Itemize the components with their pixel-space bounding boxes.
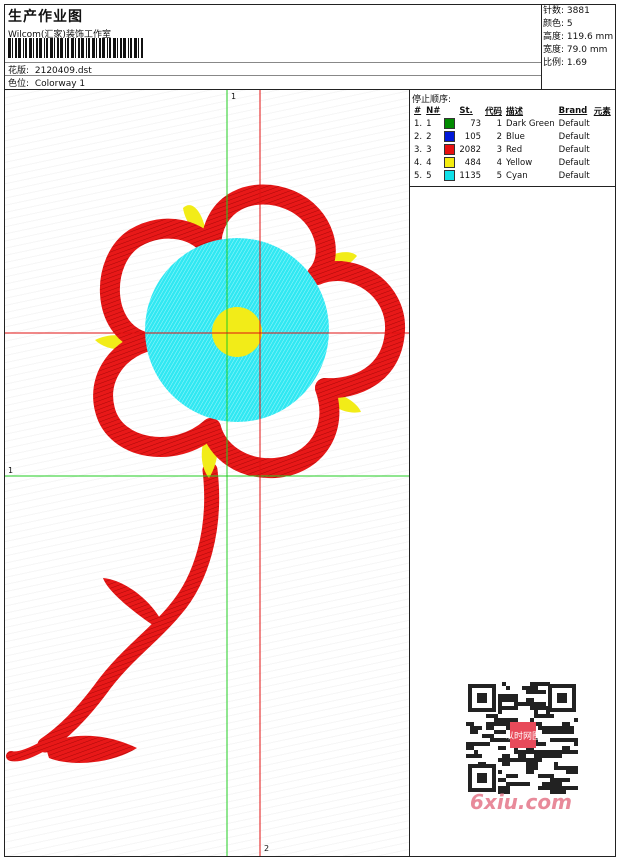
panel-divider (410, 186, 615, 187)
stat-scale: 比例: 1.69 (543, 58, 587, 68)
divider (5, 75, 541, 76)
row-code: 1 (496, 118, 503, 129)
table-row: 4. 4 484 4 Yellow Default (412, 156, 613, 169)
design-preview: 1 1 2 (5, 90, 410, 856)
axis-label-left: 1 (8, 466, 14, 475)
color-swatch-icon (444, 170, 456, 181)
stat-colors: 颜色: 5 (543, 19, 573, 29)
row-needle: 2 (426, 131, 432, 142)
row-swatch (442, 169, 457, 182)
watermark-text: 6xiu.com (470, 790, 572, 814)
col-needle: N# (426, 105, 441, 116)
axis-label-top: 1 (231, 92, 237, 101)
row-index: 2. (414, 131, 423, 142)
leaf-bottom (45, 735, 137, 763)
row-code: 2 (496, 131, 503, 142)
col-code: 代码 (485, 106, 503, 117)
row-description: Blue (506, 131, 525, 142)
row-code: 4 (496, 157, 503, 168)
col-element: 元素 (593, 106, 611, 117)
table-row: 2. 2 105 2 Blue Default (412, 130, 613, 143)
leaf-upper (103, 578, 161, 628)
row-element (592, 117, 613, 130)
qr-code-icon: 以时网图 (466, 682, 578, 794)
color-swatch-icon (444, 118, 456, 129)
col-stitches: St. (459, 105, 473, 116)
colorway-label: 色位: (8, 79, 30, 89)
row-description: Red (506, 144, 523, 155)
colorway-row: 色位: Colorway 1 (8, 76, 85, 89)
table-row: 5. 5 1135 5 Cyan Default (412, 169, 613, 182)
col-index: # (414, 105, 422, 116)
row-swatch (442, 143, 457, 156)
row-needle: 4 (426, 157, 432, 168)
row-needle: 5 (426, 170, 432, 181)
stat-stitches: 针数: 3881 (543, 6, 590, 16)
production-worksheet: 生产作业图 Wilcom(汇家)装饰工作室 花版: 2120409.dst 色位… (0, 0, 620, 861)
leaf-tip (6, 740, 50, 762)
row-brand: Default (558, 144, 590, 155)
table-row: 3. 3 2082 3 Red Default (412, 143, 613, 156)
axis-label-bottom: 2 (264, 844, 270, 853)
row-element (592, 143, 613, 156)
row-swatch (442, 156, 457, 169)
row-stitches: 1135 (459, 170, 482, 181)
page-title: 生产作业图 (8, 9, 83, 25)
row-stitches: 2082 (459, 144, 482, 155)
header-left: 生产作业图 Wilcom(汇家)装饰工作室 花版: 2120409.dst 色位… (5, 5, 542, 89)
row-stitches: 73 (470, 118, 482, 129)
col-brand: Brand (558, 105, 588, 116)
row-description: Dark Green (506, 118, 555, 129)
row-index: 3. (414, 144, 423, 155)
row-brand: Default (558, 170, 590, 181)
row-element (592, 169, 613, 182)
table-header-row: # N# St. 代码 描述 Brand 元素 (412, 104, 613, 117)
row-description: Cyan (506, 170, 528, 181)
stop-sequence-table: # N# St. 代码 描述 Brand 元素 1. 1 73 1 Dark Green… (412, 104, 613, 182)
stat-width: 宽度: 79.0 mm (543, 45, 608, 55)
row-brand: Default (558, 131, 590, 142)
stem (37, 462, 220, 753)
row-stitches: 105 (464, 131, 482, 142)
row-description: Yellow (506, 157, 533, 168)
col-description: 描述 (506, 106, 524, 117)
row-stitches: 484 (464, 157, 482, 168)
row-swatch (442, 117, 457, 130)
color-swatch-icon (444, 131, 456, 142)
row-swatch (442, 130, 457, 143)
yellow-center (212, 307, 262, 357)
row-index: 4. (414, 157, 423, 168)
stat-height: 高度: 119.6 mm (543, 32, 614, 42)
embroidery-design (5, 90, 409, 856)
header: 生产作业图 Wilcom(汇家)装饰工作室 花版: 2120409.dst 色位… (5, 5, 615, 90)
table-row: 1. 1 73 1 Dark Green Default (412, 117, 613, 130)
row-index: 1. (414, 118, 423, 129)
color-swatch-icon (444, 157, 456, 168)
row-code: 3 (496, 144, 503, 155)
row-needle: 1 (426, 118, 432, 129)
col-swatch (442, 104, 457, 117)
design-stats: 针数: 3881 颜色: 5 高度: 119.6 mm 宽度: 79.0 mm … (543, 5, 615, 70)
row-brand: Default (558, 157, 590, 168)
row-index: 5. (414, 170, 423, 181)
row-brand: Default (558, 118, 590, 129)
color-swatch-icon (444, 144, 456, 155)
row-code: 5 (496, 170, 503, 181)
row-needle: 3 (426, 144, 432, 155)
row-element (592, 156, 613, 169)
row-element (592, 130, 613, 143)
barcode-icon (8, 38, 143, 58)
colorway-value: Colorway 1 (34, 79, 86, 89)
svg-text:以时网图: 以时网图 (505, 730, 541, 742)
